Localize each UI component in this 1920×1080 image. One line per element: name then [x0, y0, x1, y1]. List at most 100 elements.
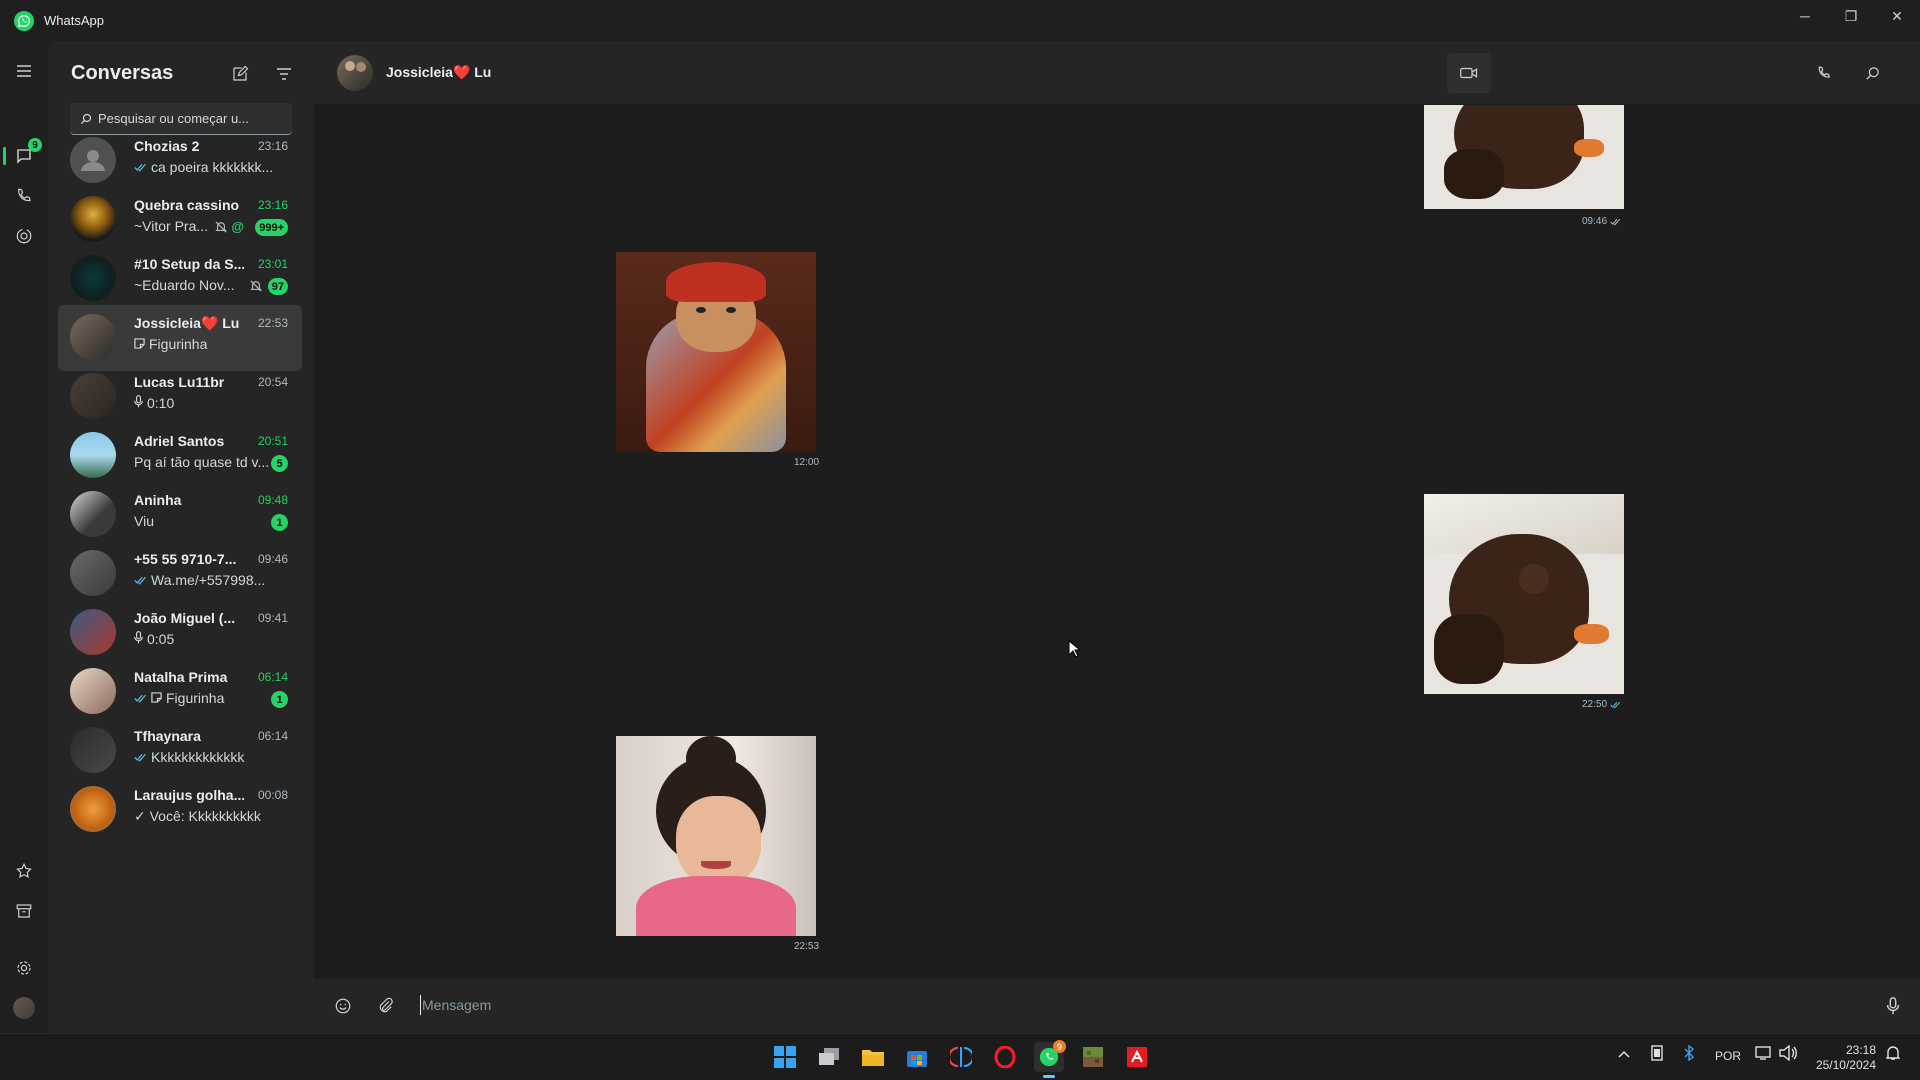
- conversation-panel: Jossicleia❤️ Lu 09:46 12:00 22:50 22:53 …: [314, 41, 1920, 1033]
- double-check-icon: [134, 749, 147, 765]
- chat-list-item[interactable]: +55 55 9710-7... 09:46 Wa.me/+557998...: [58, 541, 302, 607]
- input-language[interactable]: POR: [1715, 1049, 1741, 1063]
- calls-icon[interactable]: [12, 184, 36, 208]
- chat-preview: 0:10: [134, 395, 174, 411]
- chat-name: Tfhaynara: [134, 728, 201, 744]
- avatar: [70, 373, 116, 419]
- chat-preview-text: 0:05: [147, 631, 175, 647]
- volume-icon[interactable]: [1779, 1044, 1797, 1064]
- settings-icon[interactable]: [12, 956, 36, 980]
- chat-preview: Figurinha: [134, 690, 224, 706]
- start-button[interactable]: [770, 1042, 800, 1072]
- system-clock[interactable]: 23:18 25/10/2024: [1816, 1043, 1876, 1073]
- amd-software-icon[interactable]: [1122, 1042, 1152, 1072]
- contact-avatar[interactable]: [337, 55, 373, 91]
- navigation-rail: 9: [0, 41, 48, 1033]
- restore-button[interactable]: ❐: [1828, 0, 1874, 32]
- chat-preview: Figurinha: [134, 336, 207, 352]
- chat-list-item[interactable]: Lucas Lu11br 20:54 0:10: [58, 364, 302, 430]
- avatar: [70, 786, 116, 832]
- chat-preview-text: Kkkkkkkkkkkkk: [151, 749, 245, 765]
- message-input[interactable]: Mensagem: [422, 997, 491, 1013]
- sticker-message[interactable]: [616, 252, 816, 452]
- microphone-icon: [134, 631, 143, 647]
- bluetooth-icon[interactable]: [1684, 1044, 1695, 1064]
- new-chat-icon[interactable]: [229, 63, 251, 85]
- unread-badge: 999+: [255, 219, 288, 236]
- chat-time: 06:14: [257, 729, 288, 743]
- chat-list-item[interactable]: João Miguel (... 09:41 0:05: [58, 600, 302, 666]
- chat-preview: ✓ Você: Kkkkkkkkkk: [134, 808, 261, 825]
- minecraft-icon[interactable]: [1078, 1042, 1108, 1072]
- starred-icon[interactable]: [12, 859, 36, 883]
- windows-taskbar: 9 POR 23:18 25/10/2024: [0, 1033, 1920, 1080]
- chat-list-item[interactable]: Aninha 09:48 Viu 1: [58, 482, 302, 548]
- chat-time: 23:01: [257, 257, 288, 271]
- chat-preview-text: Viu: [134, 513, 154, 529]
- chat-name: Adriel Santos: [134, 433, 225, 449]
- whatsapp-taskbar-icon[interactable]: 9: [1034, 1040, 1066, 1078]
- double-check-icon: [1610, 701, 1621, 709]
- chats-icon[interactable]: 9: [12, 138, 42, 168]
- chat-list-item[interactable]: #10 Setup da S... 23:01 ~Eduardo Nov... 97: [58, 246, 302, 312]
- chat-list-item[interactable]: Chozias 2 23:16 ca poeira kkkkkkk...: [58, 128, 302, 194]
- notifications-icon[interactable]: [1885, 1045, 1901, 1064]
- video-call-button[interactable]: [1447, 53, 1491, 93]
- task-view-icon[interactable]: [814, 1042, 844, 1072]
- double-check-icon: [134, 690, 147, 706]
- chat-preview: Kkkkkkkkkkkkk: [134, 749, 244, 765]
- file-explorer-icon[interactable]: [858, 1042, 888, 1072]
- archive-icon[interactable]: [12, 899, 36, 923]
- microphone-icon[interactable]: [1881, 994, 1905, 1018]
- chats-badge: 9: [28, 138, 42, 152]
- status-icon[interactable]: [12, 224, 36, 248]
- avatar: [70, 196, 116, 242]
- chat-list-item[interactable]: Jossicleia❤️ Lu 22:53 Figurinha: [58, 305, 302, 371]
- menu-icon[interactable]: [12, 59, 36, 83]
- network-icon[interactable]: [1755, 1045, 1771, 1064]
- profile-avatar[interactable]: [12, 996, 36, 1020]
- chat-time: 20:54: [257, 375, 288, 389]
- chat-preview: 0:05: [134, 631, 174, 647]
- chat-preview-text: ~Vitor Pra...: [134, 218, 209, 234]
- chat-preview: ~Vitor Pra...: [134, 218, 208, 234]
- chat-list-item[interactable]: Tfhaynara 06:14 Kkkkkkkkkkkkk: [58, 718, 302, 784]
- avatar: [70, 609, 116, 655]
- avatar: [70, 314, 116, 360]
- close-button[interactable]: ✕: [1874, 0, 1920, 32]
- chat-list-panel: Conversas Pesquisar ou começar u... Choz…: [48, 41, 357, 1033]
- sticker-message[interactable]: [1424, 494, 1624, 694]
- chat-list-item[interactable]: Laraujus golha... 00:08 ✓ Você: Kkkkkkkkkk: [58, 777, 302, 843]
- minimize-button[interactable]: ─: [1782, 0, 1828, 32]
- attach-icon[interactable]: [374, 994, 398, 1018]
- unread-badge: 5: [271, 455, 288, 472]
- double-check-icon: [1610, 218, 1621, 226]
- contact-name[interactable]: Jossicleia❤️ Lu: [386, 64, 491, 81]
- chat-list-heading: Conversas: [71, 62, 174, 84]
- search-messages-button[interactable]: [1852, 53, 1892, 93]
- conversation-header[interactable]: Jossicleia❤️ Lu: [314, 41, 1920, 105]
- sticker-message[interactable]: [1424, 105, 1624, 209]
- message-time: 09:46: [1582, 216, 1621, 227]
- chat-list-item[interactable]: Natalha Prima 06:14 Figurinha 1: [58, 659, 302, 725]
- sticker-icon: [151, 690, 162, 706]
- opera-icon[interactable]: [990, 1042, 1020, 1072]
- app-icon[interactable]: [946, 1042, 976, 1072]
- chat-list-item[interactable]: Quebra cassino 23:16 ~Vitor Pra... @999+: [58, 187, 302, 253]
- message-area[interactable]: 09:46 12:00 22:50 22:53: [314, 105, 1920, 979]
- voice-call-button[interactable]: [1804, 53, 1844, 93]
- chat-name: Laraujus golha...: [134, 787, 244, 803]
- chat-preview: Pq aí tão quase td v...: [134, 454, 269, 470]
- emoji-icon[interactable]: [331, 994, 355, 1018]
- chat-list-item[interactable]: Adriel Santos 20:51 Pq aí tão quase td v..…: [58, 423, 302, 489]
- sticker-message[interactable]: [616, 736, 816, 936]
- microsoft-store-icon[interactable]: [902, 1042, 932, 1072]
- chat-preview: Wa.me/+557998...: [134, 572, 265, 588]
- muted-icon: [250, 279, 262, 297]
- filter-icon[interactable]: [273, 63, 295, 85]
- device-tray-icon[interactable]: [1650, 1045, 1664, 1064]
- show-hidden-icons-icon[interactable]: [1618, 1047, 1630, 1061]
- chat-name: Quebra cassino: [134, 197, 240, 213]
- avatar: [70, 727, 116, 773]
- whatsapp-taskbar-badge: 9: [1053, 1040, 1066, 1053]
